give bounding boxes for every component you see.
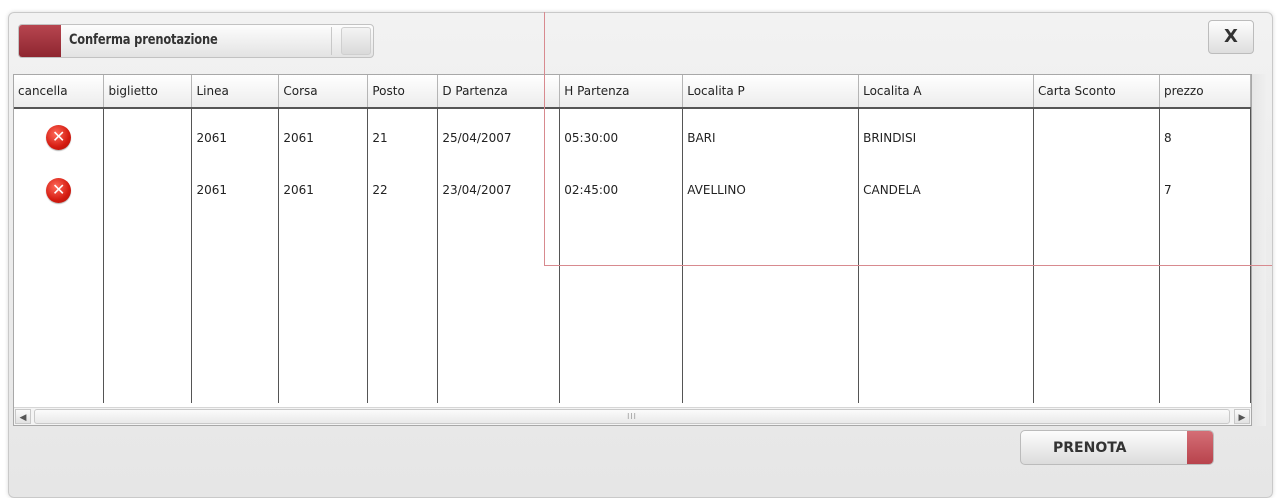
cell-localita-a: BRINDISI [858, 108, 1034, 166]
empty-cell [1159, 214, 1252, 403]
prenota-button[interactable]: PRENOTA [1020, 430, 1214, 465]
prenota-accent-block [1187, 431, 1213, 464]
cell-h-partenza: 02:45:00 [559, 166, 684, 214]
col-header-cancella[interactable]: cancella [14, 75, 105, 109]
prenota-label: PRENOTA [1053, 440, 1127, 456]
cell-d-partenza: 23/04/2007 [437, 166, 561, 214]
cell-prezzo: 8 [1159, 108, 1252, 166]
overlay-line-vertical [544, 12, 545, 266]
empty-cell [858, 214, 1034, 403]
empty-cell [682, 214, 860, 403]
col-header-linea[interactable]: Linea [191, 75, 280, 109]
col-header-localita-p[interactable]: Localita P [682, 75, 860, 109]
cell-linea: 2061 [191, 108, 280, 166]
booking-table: cancella biglietto Linea Corsa Posto D P… [14, 75, 1252, 403]
col-header-posto[interactable]: Posto [367, 75, 439, 109]
empty-cell [367, 214, 439, 403]
dialog-title-tab: Conferma prenotazione [18, 24, 374, 58]
empty-cell [437, 214, 561, 403]
cell-corsa: 2061 [278, 108, 369, 166]
cell-carta-sconto [1033, 108, 1160, 166]
col-header-biglietto[interactable]: biglietto [103, 75, 193, 109]
col-header-d-partenza[interactable]: D Partenza [437, 75, 561, 109]
cell-prezzo: 7 [1159, 166, 1252, 214]
table-row[interactable]: ✕ 2061 2061 21 25/04/2007 05:30:00 BARI … [14, 108, 1252, 166]
table-header-row: cancella biglietto Linea Corsa Posto D P… [14, 75, 1252, 109]
empty-row [14, 214, 1252, 403]
empty-cell [191, 214, 280, 403]
dialog-title: Conferma prenotazione [69, 32, 218, 48]
cell-carta-sconto [1033, 166, 1160, 214]
cell-posto: 22 [367, 166, 439, 214]
cell-biglietto [103, 166, 193, 214]
delete-circle-icon[interactable]: ✕ [46, 125, 72, 150]
empty-cell [1033, 214, 1160, 403]
col-header-h-partenza[interactable]: H Partenza [559, 75, 684, 109]
table-row[interactable]: ✕ 2061 2061 22 23/04/2007 02:45:00 AVELL… [14, 166, 1252, 214]
booking-grid: cancella biglietto Linea Corsa Posto D P… [13, 74, 1252, 426]
scroll-right-icon[interactable]: ▶ [1234, 409, 1250, 424]
empty-cell [14, 214, 105, 403]
cell-h-partenza: 05:30:00 [559, 108, 684, 166]
col-header-corsa[interactable]: Corsa [278, 75, 369, 109]
scroll-left-icon[interactable]: ◀ [15, 409, 31, 424]
empty-cell [559, 214, 684, 403]
col-header-prezzo[interactable]: prezzo [1159, 75, 1252, 109]
empty-cell [278, 214, 369, 403]
cell-biglietto [103, 108, 193, 166]
col-header-localita-a[interactable]: Localita A [858, 75, 1034, 109]
cancel-cell: ✕ [14, 108, 105, 166]
horizontal-scrollbar[interactable]: ◀ III ▶ [14, 407, 1251, 425]
cell-d-partenza: 25/04/2007 [437, 108, 561, 166]
cancel-cell: ✕ [14, 166, 105, 214]
col-header-carta-sconto[interactable]: Carta Sconto [1033, 75, 1160, 109]
delete-circle-icon[interactable]: ✕ [46, 177, 72, 203]
title-end-block [341, 27, 371, 55]
scroll-thumb[interactable]: III [34, 409, 1230, 424]
title-divider [331, 27, 332, 55]
cell-corsa: 2061 [278, 166, 369, 214]
overlay-line-horizontal [544, 265, 1272, 266]
cell-localita-p: BARI [682, 108, 860, 166]
close-button[interactable]: X [1208, 20, 1254, 54]
empty-cell [103, 214, 193, 403]
cell-localita-p: AVELLINO [682, 166, 860, 214]
cell-linea: 2061 [191, 166, 280, 214]
cell-localita-a: CANDELA [858, 166, 1034, 214]
title-accent-block [19, 25, 61, 57]
cell-posto: 21 [367, 108, 439, 166]
grid-side-panel [1252, 74, 1266, 426]
